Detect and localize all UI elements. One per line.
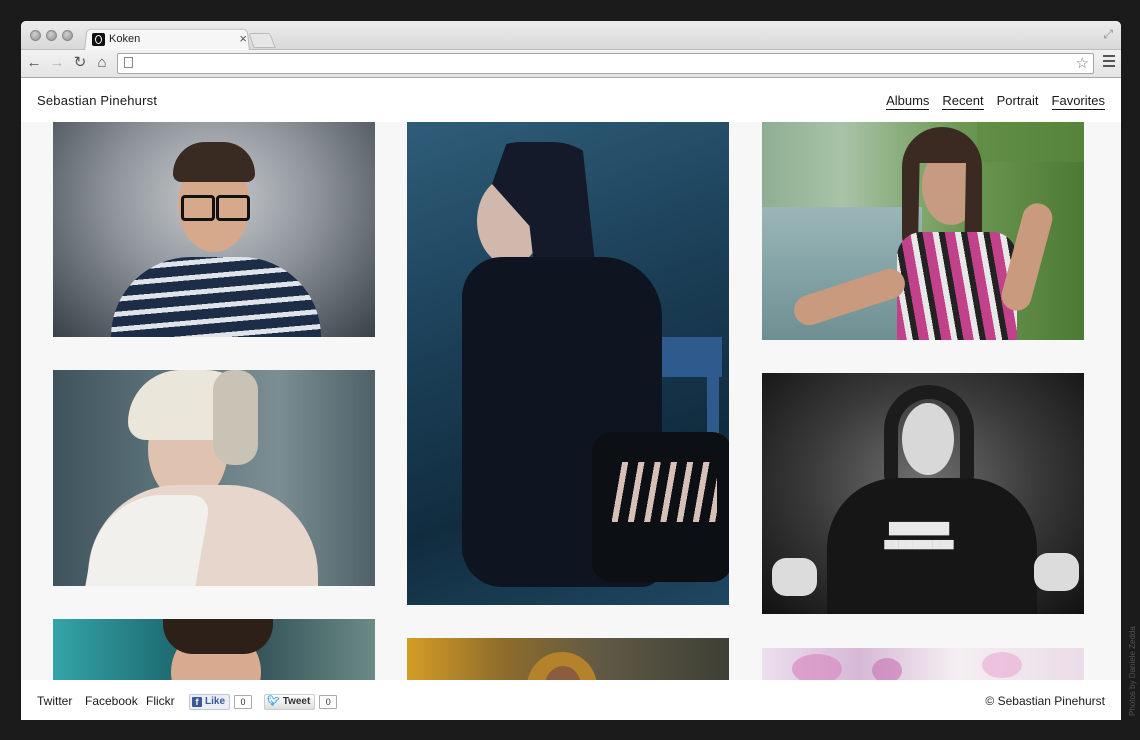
nav-albums-link[interactable]: Albums — [886, 93, 930, 110]
site-title[interactable]: Sebastian Pinehurst — [37, 93, 157, 108]
close-window-button[interactable] — [30, 30, 41, 41]
page-icon — [124, 57, 133, 68]
like-label: Like — [205, 696, 226, 707]
facebook-icon: f — [192, 696, 202, 707]
site-header: Sebastian Pinehurst Albums Recent Portra… — [21, 78, 1121, 122]
fullscreen-icon[interactable]: ⤢ — [1103, 27, 1113, 42]
gallery-photo-glasses-man[interactable] — [53, 122, 375, 337]
star-icon[interactable]: ☆ — [1076, 54, 1089, 72]
copyright-text: © Sebastian Pinehurst — [985, 694, 1105, 708]
gallery-photo-hoodie-man[interactable]: ▇▇▇▇▇▇ ▇▇▇▇▇▇▇▇▇▇ — [762, 373, 1084, 614]
forward-arrow-icon[interactable]: → — [49, 54, 65, 72]
gallery-photo-blue-dress-woman[interactable] — [407, 122, 729, 605]
facebook-like-button[interactable]: f Like — [189, 693, 231, 710]
browser-window: Koken × ⤢ ← → ↻ ⌂ ☆ Sebastian Pinehurst … — [21, 21, 1121, 720]
home-icon[interactable]: ⌂ — [94, 54, 110, 72]
nav-favorites-link[interactable]: Favorites — [1051, 93, 1105, 110]
address-bar[interactable]: ☆ — [117, 53, 1094, 74]
footer-flickr-link[interactable]: Flickr — [146, 694, 175, 708]
gallery-photo-pink-blossoms[interactable] — [762, 648, 1084, 680]
reload-icon[interactable]: ↻ — [72, 54, 88, 72]
tweet-button[interactable]: 🐦︎ Tweet — [264, 693, 316, 710]
twitter-bird-icon: 🐦︎ — [267, 696, 280, 707]
close-tab-icon[interactable]: × — [239, 31, 247, 47]
nav-recent-link[interactable]: Recent — [942, 93, 984, 110]
gallery-photo-beanie-woman[interactable] — [53, 370, 375, 586]
like-count: 0 — [234, 694, 253, 709]
tab-strip: Koken × ⤢ — [21, 21, 1121, 51]
zoom-window-button[interactable] — [62, 30, 73, 41]
photo-credit-text: Photos by Daniele Zedda — [1128, 626, 1137, 716]
tab-title: Koken — [109, 33, 141, 45]
nav-portrait-link[interactable]: Portrait — [997, 93, 1039, 110]
koken-favicon-icon — [92, 33, 105, 46]
minimize-window-button[interactable] — [46, 30, 57, 41]
back-arrow-icon[interactable]: ← — [26, 54, 42, 72]
new-tab-button[interactable] — [248, 33, 276, 48]
tweet-count: 0 — [319, 694, 338, 709]
site-nav: Albums Recent Portrait Favorites — [886, 93, 1105, 110]
browser-toolbar: ← → ↻ ⌂ ☆ — [21, 50, 1121, 78]
photo-credit: Photos by Daniele Zedda — [1128, 620, 1140, 720]
tweet-widget: 🐦︎ Tweet 0 — [264, 693, 338, 710]
footer-twitter-link[interactable]: Twitter — [37, 694, 72, 708]
gallery-photo-river-woman[interactable] — [762, 122, 1084, 340]
hamburger-menu-icon[interactable] — [1103, 55, 1115, 70]
browser-tab-content[interactable]: Koken × — [91, 31, 247, 49]
site-footer: Twitter Facebook Flickr f Like 0 🐦︎ Twee… — [21, 680, 1121, 720]
tweet-label: Tweet — [282, 696, 311, 707]
footer-facebook-link[interactable]: Facebook — [85, 694, 138, 708]
gallery-photo-yellow-hood[interactable] — [407, 638, 729, 680]
facebook-like-widget: f Like 0 — [189, 693, 253, 710]
gallery-photo-teal-man[interactable] — [53, 619, 375, 680]
